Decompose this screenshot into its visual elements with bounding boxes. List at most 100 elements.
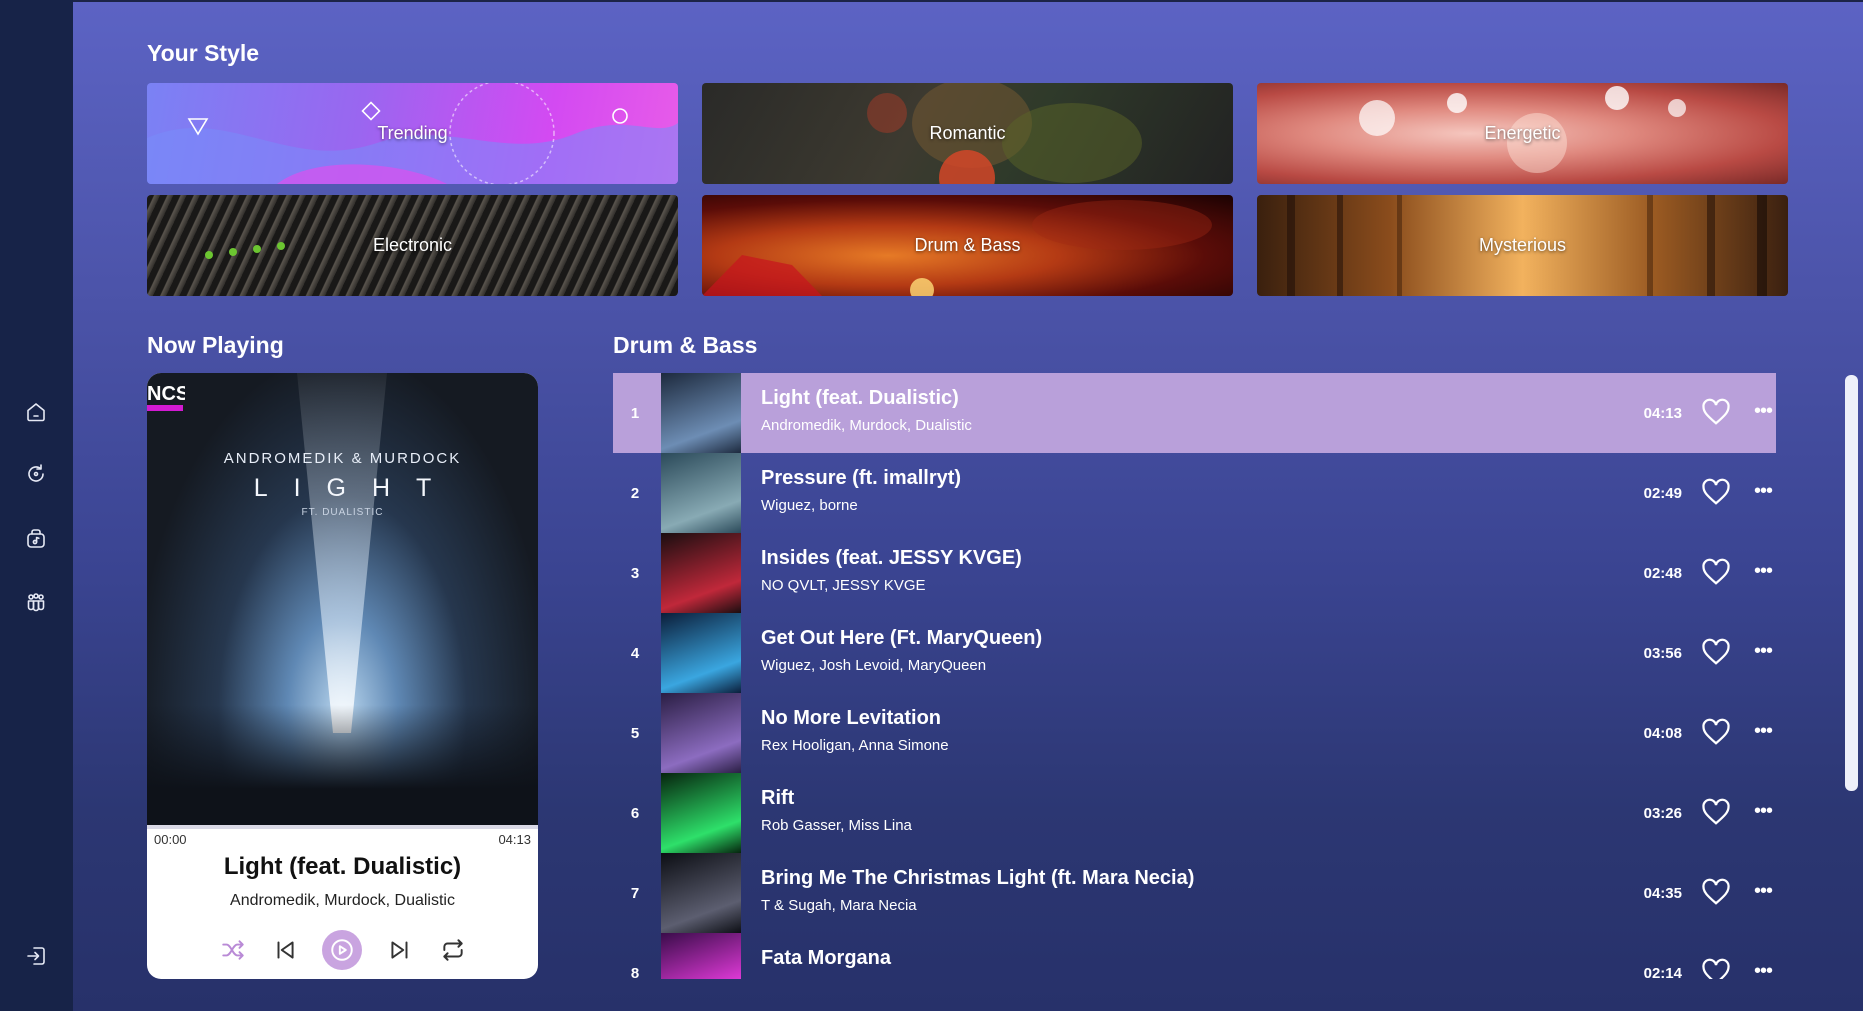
track-row[interactable]: 4 Get Out Here (Ft. MaryQueen) Wiguez, Jos… xyxy=(613,613,1776,693)
track-cover xyxy=(661,853,741,933)
repeat-button[interactable] xyxy=(433,930,473,970)
heart-icon xyxy=(1702,558,1730,585)
track-artists: Wiguez, borne xyxy=(761,497,858,514)
like-button[interactable] xyxy=(1699,795,1733,829)
logout-icon[interactable] xyxy=(22,942,50,970)
like-button[interactable] xyxy=(1699,875,1733,909)
more-icon: ••• xyxy=(1753,799,1773,822)
track-duration: 03:56 xyxy=(1643,645,1682,662)
track-cover xyxy=(661,933,741,979)
repeat-icon xyxy=(443,939,463,961)
track-number: 3 xyxy=(630,565,640,582)
like-button[interactable] xyxy=(1699,555,1733,589)
track-artists: Rob Gasser, Miss Lina xyxy=(761,817,912,834)
track-row[interactable]: 1 Light (feat. Dualistic) Andromedik, Murd… xyxy=(613,373,1776,453)
track-number: 5 xyxy=(630,725,640,742)
more-icon: ••• xyxy=(1753,479,1773,502)
more-options-button[interactable]: ••• xyxy=(1749,479,1777,502)
your-style-title: Your Style xyxy=(147,40,260,66)
cover-title-line: LIGHT xyxy=(253,474,458,502)
track-number: 2 xyxy=(630,485,640,502)
ncs-badge: NCS xyxy=(147,385,185,411)
like-button[interactable] xyxy=(1699,715,1733,749)
now-playing-cover: NCS ANDROMEDIK & MURDOCK LIGHT FT. DUALI… xyxy=(147,373,538,825)
heart-icon xyxy=(1702,638,1730,665)
more-options-button[interactable]: ••• xyxy=(1749,639,1777,662)
progress-bar[interactable] xyxy=(147,825,538,829)
track-row[interactable]: 2 Pressure (ft. imallryt) Wiguez, borne 02:… xyxy=(613,453,1776,533)
style-card-romantic[interactable]: Romantic xyxy=(702,83,1233,184)
track-list-scrollbar[interactable] xyxy=(1845,375,1858,791)
sidebar xyxy=(0,0,73,1011)
main-content: Your Style Trending Romantic Energetic E… xyxy=(73,0,1863,1011)
track-title: Insides (feat. JESSY KVGE) xyxy=(761,547,1022,569)
track-cover xyxy=(661,533,741,613)
more-options-button[interactable]: ••• xyxy=(1749,879,1777,902)
style-card-mysterious[interactable]: Mysterious xyxy=(1257,195,1788,296)
more-icon: ••• xyxy=(1753,719,1773,742)
current-time: 00:00 xyxy=(154,832,187,847)
track-row[interactable]: 7 Bring Me The Christmas Light (ft. Mara … xyxy=(613,853,1776,933)
community-icon[interactable] xyxy=(22,588,50,616)
like-button[interactable] xyxy=(1699,635,1733,669)
like-button[interactable] xyxy=(1699,395,1733,429)
heart-icon xyxy=(1702,958,1730,979)
next-icon xyxy=(391,941,408,959)
ncs-badge-text: NCS xyxy=(147,385,185,405)
heart-icon xyxy=(1702,798,1730,825)
music-library-icon[interactable] xyxy=(22,525,50,553)
more-options-button[interactable]: ••• xyxy=(1749,960,1777,980)
style-card-label: Mysterious xyxy=(1478,235,1567,255)
play-icon xyxy=(331,939,353,961)
track-number: 8 xyxy=(630,965,640,979)
shuffle-icon xyxy=(222,940,244,960)
track-cover xyxy=(661,613,741,693)
home-icon[interactable] xyxy=(22,398,50,426)
style-card-trending[interactable]: Trending xyxy=(147,83,678,184)
style-card-drum-and-bass[interactable]: Drum & Bass xyxy=(702,195,1233,296)
cover-ft-line: FT. DUALISTIC xyxy=(301,507,384,518)
playback-controls xyxy=(147,930,538,970)
more-icon: ••• xyxy=(1753,879,1773,902)
more-icon: ••• xyxy=(1753,559,1773,582)
more-options-button[interactable]: ••• xyxy=(1749,559,1777,582)
track-cover xyxy=(661,693,741,773)
refresh-icon[interactable] xyxy=(22,460,50,488)
more-icon: ••• xyxy=(1753,639,1773,662)
track-number: 7 xyxy=(630,885,640,902)
previous-button[interactable] xyxy=(265,930,305,970)
like-button[interactable] xyxy=(1699,475,1733,509)
now-playing-song-title: Light (feat. Dualistic) xyxy=(223,853,462,880)
now-playing-artists: Andromedik, Murdock, Dualistic xyxy=(230,892,455,909)
track-row[interactable]: 8 Fata Morgana 02:14 ••• xyxy=(613,933,1776,979)
track-title: Light (feat. Dualistic) xyxy=(761,387,959,409)
more-options-button[interactable]: ••• xyxy=(1749,719,1777,742)
heart-icon xyxy=(1702,478,1730,505)
shuffle-button[interactable] xyxy=(213,930,253,970)
style-card-electronic[interactable]: Electronic xyxy=(147,195,678,296)
track-artists: T & Sugah, Mara Necia xyxy=(761,897,917,914)
style-grid: Trending Romantic Energetic Electronic D… xyxy=(147,83,1789,296)
more-options-button[interactable]: ••• xyxy=(1749,400,1777,422)
track-title: Get Out Here (Ft. MaryQueen) xyxy=(761,627,1043,649)
track-row[interactable]: 3 Insides (feat. JESSY KVGE) NO QVLT, JESS… xyxy=(613,533,1776,613)
now-playing-card: NCS ANDROMEDIK & MURDOCK LIGHT FT. DUALI… xyxy=(147,373,538,979)
play-button[interactable] xyxy=(322,930,362,970)
next-button[interactable] xyxy=(380,930,420,970)
style-card-energetic[interactable]: Energetic xyxy=(1257,83,1788,184)
now-playing-title: Now Playing xyxy=(147,332,284,358)
track-cover xyxy=(661,773,741,853)
track-duration: 02:48 xyxy=(1643,565,1682,582)
track-artists: Wiguez, Josh Levoid, MaryQueen xyxy=(761,657,987,674)
like-button[interactable] xyxy=(1699,955,1733,979)
track-artists: Andromedik, Murdock, Dualistic xyxy=(761,417,972,434)
style-card-label: Energetic xyxy=(1484,123,1561,143)
track-artists: NO QVLT, JESSY KVGE xyxy=(761,577,926,594)
track-row[interactable]: 5 No More Levitation Rex Hooligan, Anna Si… xyxy=(613,693,1776,773)
track-title: Fata Morgana xyxy=(761,947,892,969)
track-row[interactable]: 6 Rift Rob Gasser, Miss Lina 03:26 ••• xyxy=(613,773,1776,853)
more-options-button[interactable]: ••• xyxy=(1749,799,1777,822)
track-duration: 02:14 xyxy=(1643,965,1682,979)
previous-icon xyxy=(277,941,294,959)
heart-icon xyxy=(1702,398,1730,425)
